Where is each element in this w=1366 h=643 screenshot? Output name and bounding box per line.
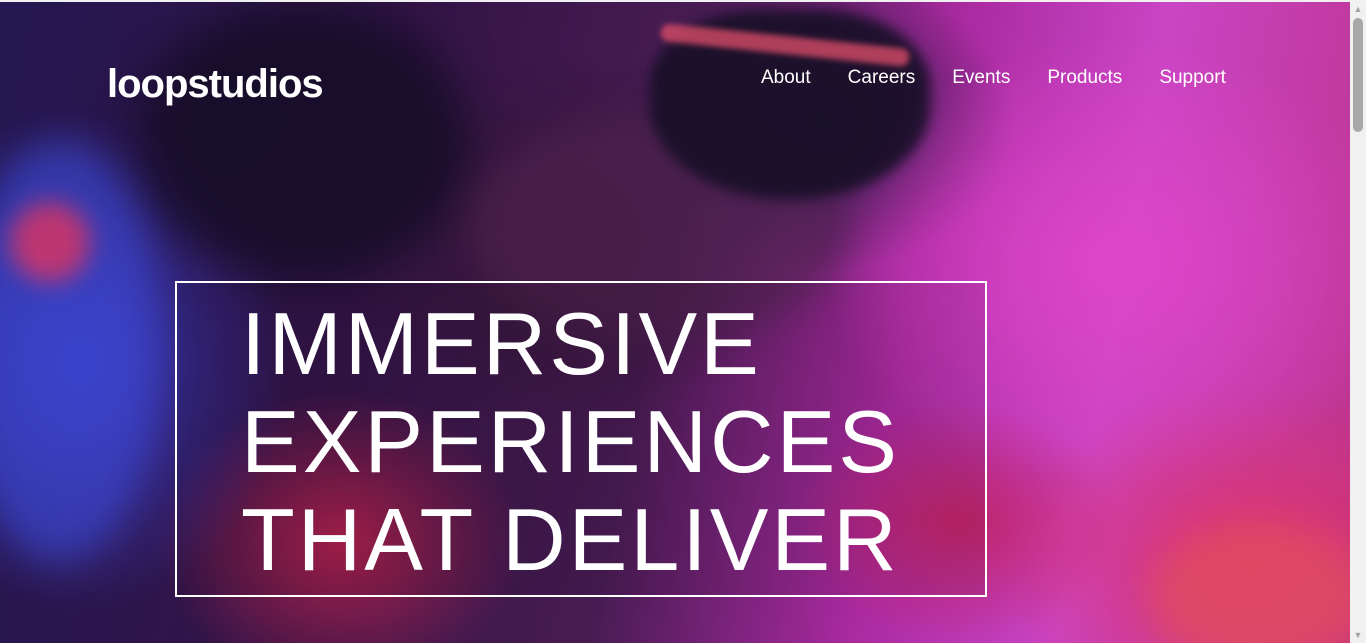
headline-line-1: IMMERSIVE xyxy=(241,294,762,393)
nav-link-events[interactable]: Events xyxy=(952,66,1010,90)
nav-link-products[interactable]: Products xyxy=(1047,66,1122,90)
hero-headline-box: IMMERSIVE EXPERIENCES THAT DELIVER xyxy=(175,281,987,597)
page: loopstudios About Careers Events Product… xyxy=(0,0,1366,643)
logo[interactable]: loopstudios xyxy=(107,60,324,108)
scrollbar-thumb[interactable] xyxy=(1353,18,1363,132)
hero-headline: IMMERSIVE EXPERIENCES THAT DELIVER xyxy=(241,295,900,589)
nav-link-careers[interactable]: Careers xyxy=(848,66,916,90)
headline-line-3: THAT DELIVER xyxy=(241,490,900,589)
scroll-down-icon[interactable]: ▼ xyxy=(1350,628,1366,642)
main-nav: About Careers Events Products Support xyxy=(761,66,1226,90)
vertical-scrollbar[interactable]: ▲ ▼ xyxy=(1350,0,1366,643)
site-header: loopstudios About Careers Events Product… xyxy=(0,2,1350,152)
nav-link-support[interactable]: Support xyxy=(1159,66,1226,90)
scroll-up-icon[interactable]: ▲ xyxy=(1350,2,1366,16)
headline-line-2: EXPERIENCES xyxy=(241,392,900,491)
nav-link-about[interactable]: About xyxy=(761,66,811,90)
hero-background-image: loopstudios About Careers Events Product… xyxy=(0,2,1350,643)
